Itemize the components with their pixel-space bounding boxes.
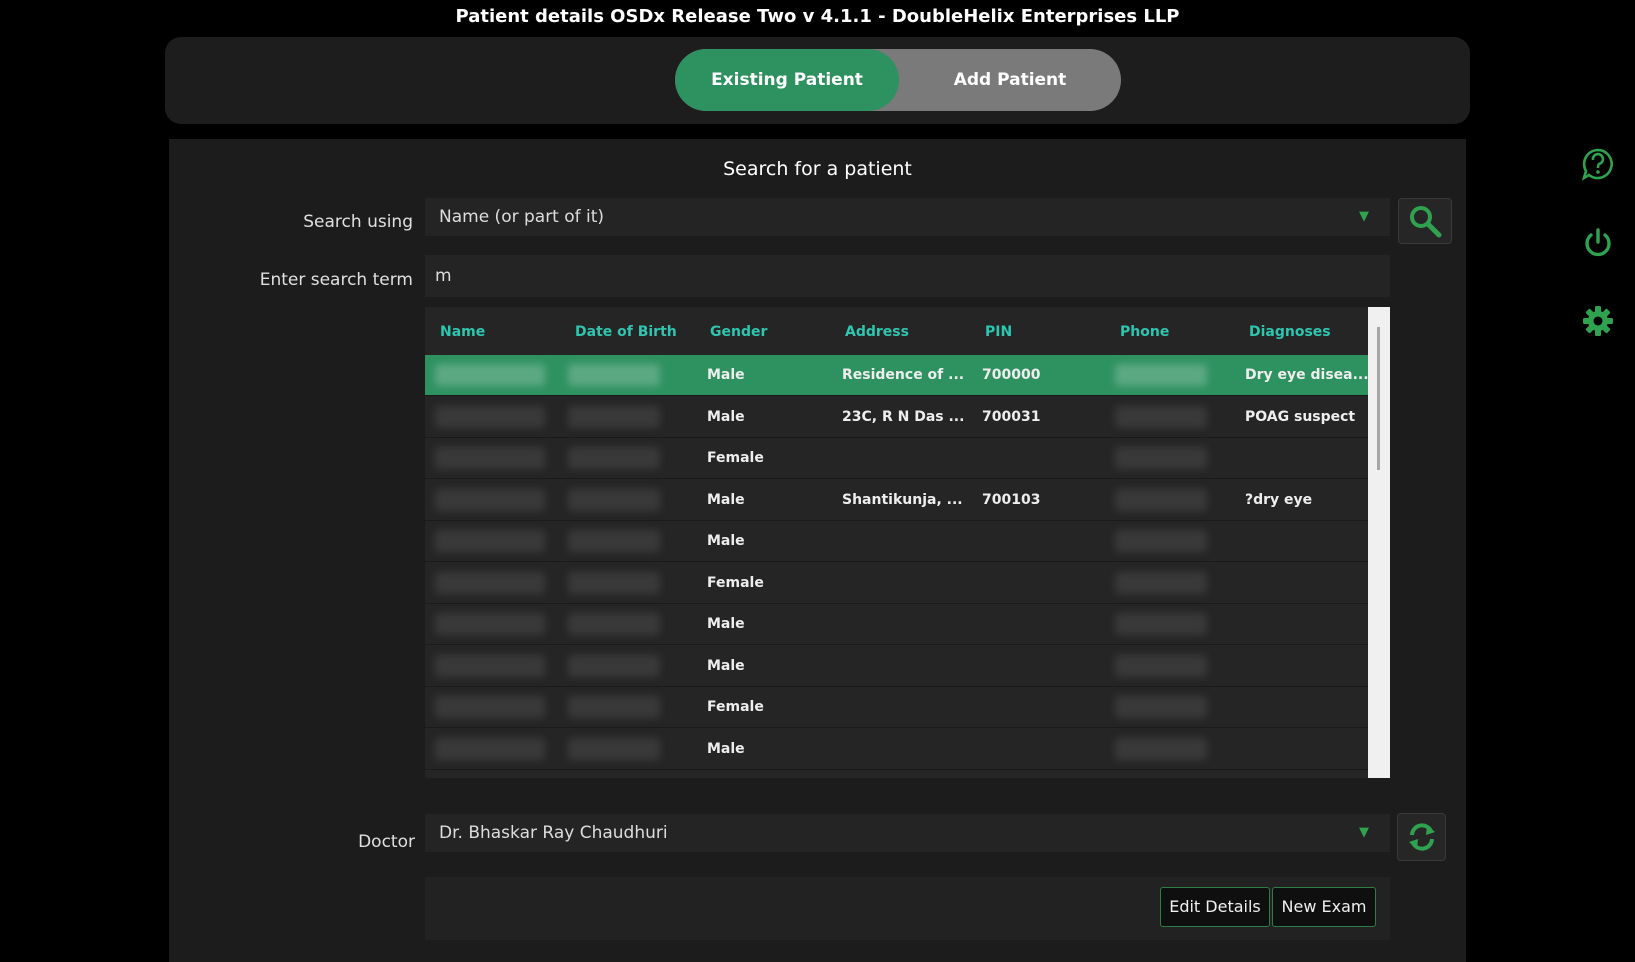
cell-gender: Female bbox=[707, 450, 764, 466]
column-header[interactable]: Address bbox=[845, 324, 909, 340]
window-title: Patient details OSDx Release Two v 4.1.1… bbox=[455, 6, 1180, 27]
table-row[interactable]: Male Residence of ... 700000 Dry eye disea.… bbox=[425, 355, 1369, 396]
cell-address: Residence of ... bbox=[842, 367, 965, 383]
redacted-field bbox=[435, 364, 545, 386]
help-button[interactable] bbox=[1580, 146, 1616, 182]
cell-address: Shantikunja, ... bbox=[842, 491, 963, 508]
new-exam-button[interactable]: New Exam bbox=[1272, 887, 1376, 927]
redacted-field bbox=[435, 696, 545, 718]
chevron-down-icon[interactable]: ▼ bbox=[1359, 825, 1369, 840]
settings-button[interactable] bbox=[1580, 303, 1616, 339]
search-icon bbox=[1410, 206, 1442, 238]
redacted-field bbox=[1115, 530, 1207, 552]
redacted-field bbox=[568, 364, 660, 386]
cell-gender: Male bbox=[707, 657, 745, 674]
power-button[interactable] bbox=[1580, 225, 1616, 261]
redacted-field bbox=[568, 405, 660, 428]
redacted-field bbox=[568, 696, 660, 718]
redacted-field bbox=[568, 447, 660, 469]
doctor-value: Dr. Bhaskar Ray Chaudhuri bbox=[439, 823, 668, 843]
search-button[interactable] bbox=[1398, 198, 1452, 244]
redacted-field bbox=[1115, 405, 1207, 428]
power-icon bbox=[1585, 228, 1611, 257]
redacted-field bbox=[435, 488, 545, 511]
help-icon bbox=[1581, 148, 1613, 181]
cell-diagnoses: POAG suspect bbox=[1245, 408, 1356, 425]
tab-existing-patient[interactable]: Existing Patient bbox=[675, 49, 899, 111]
table-row[interactable]: Male 23C, R N Das ... 700031 POAG suspect bbox=[425, 397, 1368, 438]
cell-gender: Male bbox=[707, 616, 745, 632]
cell-gender: Male bbox=[707, 740, 745, 757]
doctor-select[interactable]: Dr. Bhaskar Ray Chaudhuri bbox=[425, 814, 1390, 852]
redacted-field bbox=[1115, 613, 1207, 635]
search-using-label: Search using bbox=[303, 212, 413, 232]
redacted-field bbox=[435, 530, 545, 552]
cell-gender: Female bbox=[707, 699, 764, 715]
chevron-down-icon[interactable]: ▼ bbox=[1359, 209, 1369, 224]
table-row[interactable]: Female bbox=[425, 687, 1368, 728]
mode-toggle[interactable]: Existing Patient Add Patient bbox=[675, 49, 1121, 111]
redacted-field bbox=[435, 571, 545, 594]
column-header[interactable]: Gender bbox=[710, 324, 767, 340]
table-row[interactable]: Female bbox=[425, 438, 1368, 479]
redacted-field bbox=[1115, 571, 1207, 594]
scrollbar-thumb[interactable] bbox=[1377, 327, 1380, 470]
column-header[interactable]: PIN bbox=[985, 324, 1012, 340]
cell-pin: 700000 bbox=[982, 367, 1041, 383]
cell-pin: 700103 bbox=[982, 491, 1041, 508]
redacted-field bbox=[1115, 696, 1207, 718]
redacted-field bbox=[435, 447, 545, 469]
redacted-field bbox=[435, 613, 545, 635]
cell-address: 23C, R N Das ... bbox=[842, 408, 965, 425]
search-using-select[interactable]: Name (or part of it) bbox=[425, 198, 1390, 236]
table-row[interactable]: Male bbox=[425, 729, 1368, 770]
cell-gender: Female bbox=[707, 574, 764, 591]
table-row[interactable]: Male bbox=[425, 604, 1368, 645]
table-row[interactable]: Male bbox=[425, 521, 1368, 562]
cell-diagnoses: ?dry eye bbox=[1245, 491, 1313, 508]
redacted-field bbox=[435, 654, 545, 677]
search-term-label: Enter search term bbox=[259, 270, 413, 290]
table-row[interactable]: Male bbox=[425, 646, 1368, 687]
redacted-field bbox=[435, 737, 545, 760]
column-header[interactable]: Phone bbox=[1120, 324, 1169, 340]
table-header: Name Date of Birth Gender Address PIN Ph… bbox=[425, 307, 1368, 355]
search-heading: Search for a patient bbox=[723, 158, 912, 180]
cell-gender: Male bbox=[707, 533, 745, 549]
redacted-field bbox=[1115, 654, 1207, 677]
edit-details-button[interactable]: Edit Details bbox=[1160, 887, 1270, 927]
redacted-field bbox=[568, 737, 660, 760]
cell-diagnoses: Dry eye disea... bbox=[1245, 367, 1369, 383]
column-header[interactable]: Diagnoses bbox=[1249, 324, 1331, 340]
redacted-field bbox=[568, 488, 660, 511]
redacted-field bbox=[568, 571, 660, 594]
table-scrollbar[interactable] bbox=[1368, 307, 1390, 778]
column-header[interactable]: Date of Birth bbox=[575, 324, 677, 340]
redacted-field bbox=[435, 405, 545, 428]
cell-gender: Male bbox=[707, 491, 745, 508]
cell-gender: Male bbox=[707, 408, 745, 425]
doctor-label: Doctor bbox=[358, 832, 415, 852]
gear-icon bbox=[1583, 306, 1613, 336]
search-term-input[interactable]: m bbox=[425, 255, 1390, 297]
redacted-field bbox=[568, 654, 660, 677]
redacted-field bbox=[568, 530, 660, 552]
table-row[interactable]: Male Shantikunja, ... 700103 ?dry eye bbox=[425, 480, 1368, 521]
refresh-icon bbox=[1408, 823, 1435, 851]
search-term-value: m bbox=[435, 266, 452, 286]
redacted-field bbox=[1115, 737, 1207, 760]
refresh-button[interactable] bbox=[1397, 813, 1446, 861]
cell-gender: Male bbox=[707, 367, 745, 383]
table-row[interactable]: Female bbox=[425, 563, 1368, 604]
redacted-field bbox=[1115, 488, 1207, 511]
search-using-value: Name (or part of it) bbox=[439, 207, 605, 227]
redacted-field bbox=[568, 613, 660, 635]
column-header[interactable]: Name bbox=[440, 324, 485, 340]
cell-pin: 700031 bbox=[982, 408, 1041, 425]
redacted-field bbox=[1115, 447, 1207, 469]
patient-table: Name Date of Birth Gender Address PIN Ph… bbox=[425, 307, 1390, 778]
tab-add-patient[interactable]: Add Patient bbox=[899, 49, 1121, 111]
redacted-field bbox=[1115, 364, 1207, 386]
